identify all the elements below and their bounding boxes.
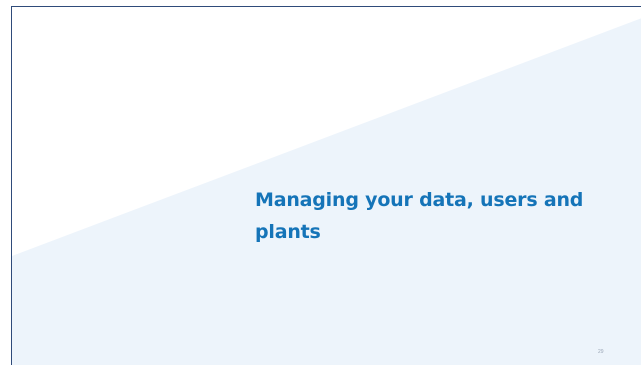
slide-title: Managing your data, users and plants: [255, 189, 584, 243]
page-number: 29: [598, 349, 604, 355]
slide-frame: Managing your data, users and plants 29: [0, 0, 641, 365]
slide: Managing your data, users and plants 29: [11, 6, 641, 365]
